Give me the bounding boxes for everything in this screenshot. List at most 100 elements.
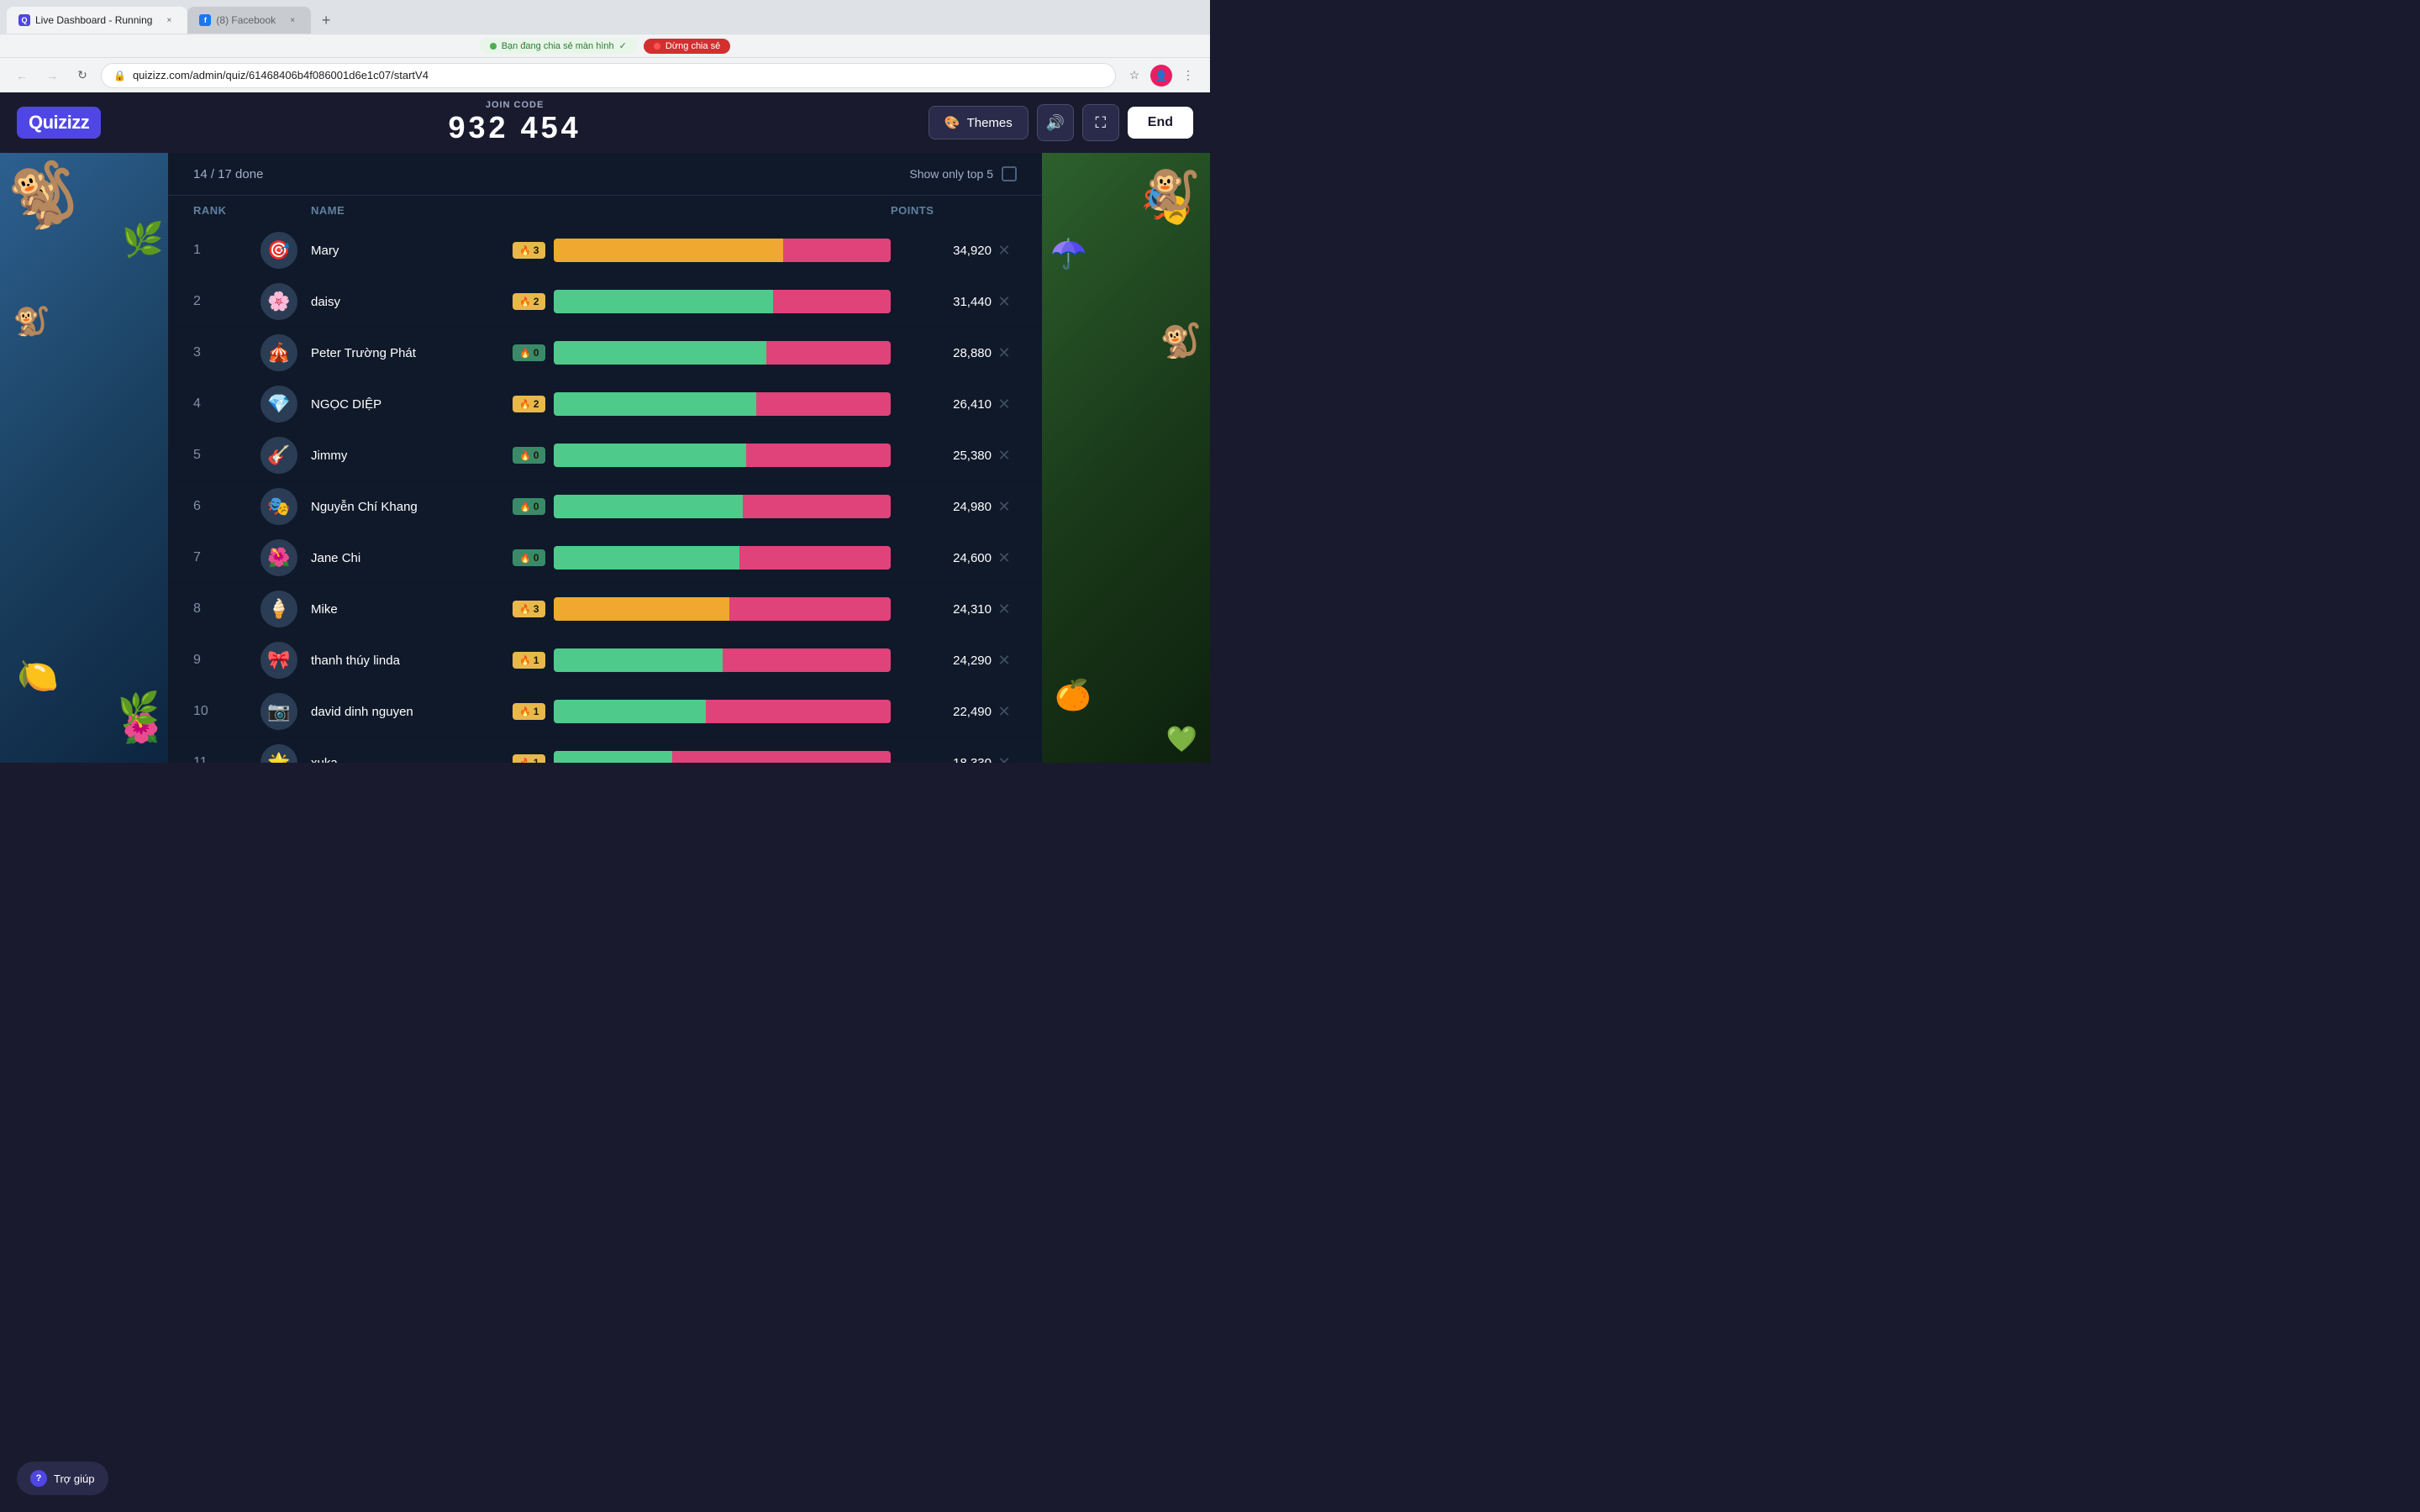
- avatar: 🌸: [260, 283, 297, 320]
- remove-player-button[interactable]: ✕: [992, 396, 1017, 413]
- remove-player-button[interactable]: ✕: [992, 344, 1017, 362]
- deco-monkey-2: 🐒: [11, 302, 50, 340]
- fire-icon: 🔥: [519, 655, 531, 666]
- player-points: 24,290: [891, 654, 992, 668]
- col-name: Name: [311, 204, 513, 217]
- back-button[interactable]: ←: [10, 64, 34, 87]
- lock-icon: 🔒: [113, 70, 126, 81]
- player-name: david dinh nguyen: [311, 705, 513, 719]
- score-bar-wrap: 🔥 1: [513, 700, 891, 723]
- url-bar[interactable]: 🔒 quizizz.com/admin/quiz/61468406b4f0860…: [101, 63, 1116, 88]
- score-bar-wrap: 🔥 0: [513, 444, 891, 467]
- progress-bar: [554, 392, 891, 416]
- sound-icon: 🔊: [1046, 114, 1065, 132]
- fire-icon: 🔥: [519, 706, 531, 717]
- forward-button[interactable]: →: [40, 64, 64, 87]
- tab-close-1[interactable]: ×: [162, 13, 176, 27]
- player-name: Mike: [311, 602, 513, 617]
- streak-count: 2: [534, 296, 539, 307]
- bookmark-icon[interactable]: ☆: [1123, 64, 1146, 87]
- col-points: Points: [891, 204, 992, 217]
- table-row: 4 💎 NGỌC DIỆP 🔥 2 26,410 ✕: [168, 379, 1042, 430]
- tab-close-2[interactable]: ×: [286, 13, 299, 27]
- streak-count: 3: [534, 244, 539, 256]
- screen-share-stop-button[interactable]: Dừng chia sẻ: [644, 39, 730, 54]
- player-name: thanh thúy linda: [311, 654, 513, 668]
- join-code-label: JOIN CODE: [449, 100, 581, 110]
- streak-count: 2: [534, 398, 539, 410]
- avatar-wrap: 💎: [260, 386, 311, 423]
- table-header: Rank Name Points: [168, 196, 1042, 225]
- streak-count: 0: [534, 347, 539, 359]
- sound-button[interactable]: 🔊: [1037, 104, 1074, 141]
- show-top5-checkbox[interactable]: [1002, 166, 1017, 181]
- player-name: Nguyễn Chí Khang: [311, 500, 513, 514]
- player-name: Jane Chi: [311, 551, 513, 565]
- table-row: 6 🎭 Nguyễn Chí Khang 🔥 0 24,980 ✕: [168, 481, 1042, 533]
- remove-player-button[interactable]: ✕: [992, 652, 1017, 669]
- table-row: 11 🌟 xuka 🔥 1 18,330 ✕: [168, 738, 1042, 763]
- remove-player-button[interactable]: ✕: [992, 549, 1017, 567]
- player-rank: 10: [193, 704, 260, 719]
- remove-player-button[interactable]: ✕: [992, 293, 1017, 311]
- avatar-wrap: 🎪: [260, 334, 311, 371]
- avatar: 🎀: [260, 642, 297, 679]
- left-decoration: 🐒 🌿 🐒 🍋 🌺: [0, 153, 168, 763]
- remove-player-button[interactable]: ✕: [992, 242, 1017, 260]
- avatar: 🎯: [260, 232, 297, 269]
- table-row: 5 🎸 Jimmy 🔥 0 25,380 ✕: [168, 430, 1042, 481]
- progress-bar: [554, 700, 891, 723]
- remove-player-button[interactable]: ✕: [992, 498, 1017, 516]
- fire-icon: 🔥: [519, 245, 531, 256]
- themes-button[interactable]: 🎨 Themes: [929, 106, 1028, 139]
- menu-icon[interactable]: ⋮: [1176, 64, 1200, 87]
- tab-title-2: (8) Facebook: [216, 14, 276, 26]
- streak-count: 0: [534, 501, 539, 512]
- end-button[interactable]: End: [1128, 107, 1193, 139]
- new-tab-button[interactable]: +: [314, 8, 338, 32]
- deco-fruit-1: 🍋: [17, 656, 59, 696]
- player-name: xuka: [311, 756, 513, 764]
- progress-bar: [554, 597, 891, 621]
- deco-monkey-3: 🐒: [1141, 161, 1202, 219]
- avatar-wrap: 🎀: [260, 642, 311, 679]
- player-rank: 7: [193, 550, 260, 565]
- tab-favicon-2: f: [199, 14, 211, 26]
- player-points: 18,330: [891, 756, 992, 764]
- refresh-button[interactable]: ↻: [71, 64, 94, 87]
- table-row: 3 🎪 Peter Trường Phát 🔥 0 28,880 ✕: [168, 328, 1042, 379]
- score-bar-wrap: 🔥 3: [513, 597, 891, 621]
- streak-count: 0: [534, 449, 539, 461]
- themes-icon: 🎨: [944, 115, 960, 130]
- fullscreen-button[interactable]: ⛶: [1082, 104, 1119, 141]
- profile-button[interactable]: 👤: [1150, 64, 1173, 87]
- fire-icon: 🔥: [519, 758, 531, 764]
- screen-share-info: Bạn đang chia sẻ màn hình ✓: [480, 38, 637, 54]
- table-row: 1 🎯 Mary 🔥 3 34,920 ✕: [168, 225, 1042, 276]
- player-rank: 6: [193, 499, 260, 514]
- streak-badge: 🔥 0: [513, 344, 545, 361]
- streak-badge: 🔥 0: [513, 447, 545, 464]
- table-row: 8 🍦 Mike 🔥 3 24,310 ✕: [168, 584, 1042, 635]
- progress-bar: [554, 648, 891, 672]
- progress-bar: [554, 444, 891, 467]
- done-count: 14 / 17 done: [193, 167, 263, 181]
- app-header: Quizizz JOIN CODE 932 454 🎨 Themes 🔊 ⛶ E…: [0, 92, 1210, 153]
- avatar-wrap: 🌟: [260, 744, 311, 763]
- player-name: Mary: [311, 244, 513, 258]
- remove-player-button[interactable]: ✕: [992, 447, 1017, 465]
- avatar-wrap: 🎯: [260, 232, 311, 269]
- score-bar-wrap: 🔥 0: [513, 546, 891, 570]
- show-top5-control: Show only top 5: [909, 166, 1017, 181]
- remove-player-button[interactable]: ✕: [992, 703, 1017, 721]
- tab-live-dashboard[interactable]: Q Live Dashboard - Running ×: [7, 7, 187, 34]
- help-button[interactable]: ? Trợ giúp: [17, 1462, 108, 1495]
- remove-player-button[interactable]: ✕: [992, 754, 1017, 764]
- remove-player-button[interactable]: ✕: [992, 601, 1017, 618]
- score-bar-wrap: 🔥 2: [513, 392, 891, 416]
- player-name: daisy: [311, 295, 513, 309]
- deco-monkey-4: 🐒: [1160, 321, 1202, 360]
- avatar-wrap: 🎸: [260, 437, 311, 474]
- tab-facebook[interactable]: f (8) Facebook ×: [187, 7, 311, 34]
- col-rank: Rank: [193, 204, 260, 217]
